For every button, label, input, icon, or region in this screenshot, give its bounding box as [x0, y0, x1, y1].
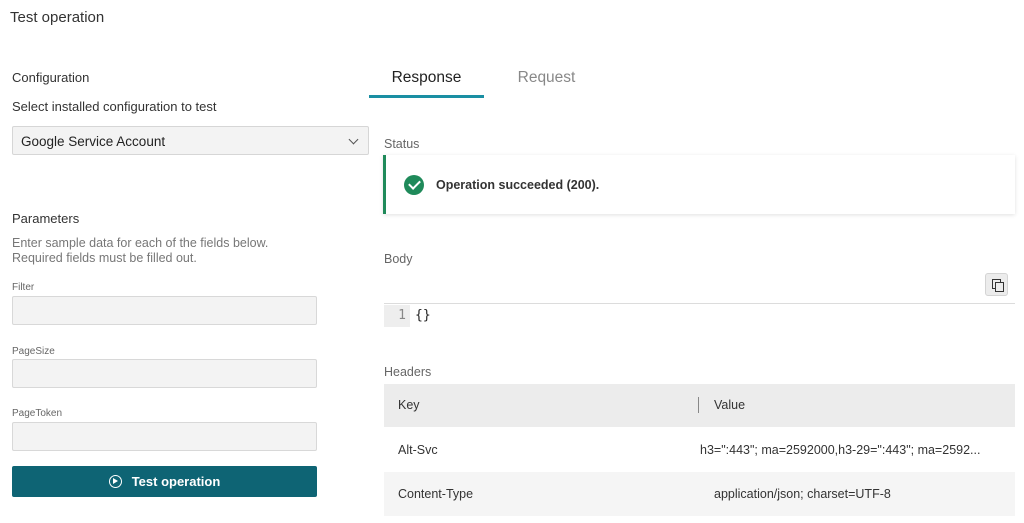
header-value: application/json; charset=UTF-8 [714, 487, 891, 501]
parameters-heading: Parameters [12, 211, 80, 226]
copy-button[interactable] [985, 273, 1008, 296]
chevron-down-icon [348, 134, 359, 145]
headers-label: Headers [384, 365, 432, 379]
pagesize-input[interactable] [12, 359, 317, 388]
configuration-select[interactable]: Google Service Account [12, 126, 369, 155]
configuration-select-value: Google Service Account [21, 134, 166, 149]
headers-table-header: Key Value [384, 384, 1015, 427]
column-resize-handle[interactable] [698, 397, 699, 413]
play-circle-icon [108, 475, 122, 488]
help-line-1: Enter sample data for each of the fields… [12, 236, 269, 250]
configuration-heading: Configuration [12, 70, 90, 85]
body-divider [384, 303, 1015, 304]
tab-request[interactable]: Request [499, 62, 594, 98]
filter-label: Filter [12, 282, 35, 293]
pagesize-label: PageSize [12, 346, 55, 357]
body-label: Body [384, 252, 413, 266]
help-line-2: Required fields must be filled out. [12, 251, 197, 265]
page-title: Test operation [10, 9, 105, 26]
tab-response[interactable]: Response [369, 62, 484, 98]
copy-icon [992, 279, 1004, 292]
header-key: Content-Type [398, 487, 474, 501]
select-config-label: Select installed configuration to test [12, 99, 217, 114]
pagetoken-label: PageToken [12, 408, 63, 419]
status-label: Status [384, 137, 420, 151]
column-key: Key [398, 398, 420, 412]
table-row: Alt-Svc h3=":443"; ma=2592000,h3-29=":44… [384, 428, 1015, 472]
column-value: Value [714, 398, 746, 412]
header-value: h3=":443"; ma=2592000,h3-29=":443"; ma=2… [700, 443, 981, 457]
check-circle-icon [404, 174, 424, 195]
pagetoken-input[interactable] [12, 422, 317, 451]
parameters-help: Enter sample data for each of the fields… [12, 236, 332, 266]
status-box: Operation succeeded (200). [383, 155, 1015, 214]
test-operation-label: Test operation [131, 474, 221, 489]
header-key: Alt-Svc [398, 443, 438, 457]
code-line-number: 1 [384, 305, 410, 327]
body-code: {} [415, 308, 431, 323]
filter-input[interactable] [12, 296, 317, 325]
status-message: Operation succeeded (200). [436, 177, 600, 192]
table-row: Content-Type application/json; charset=U… [384, 472, 1015, 516]
test-operation-button[interactable]: Test operation [12, 466, 317, 497]
